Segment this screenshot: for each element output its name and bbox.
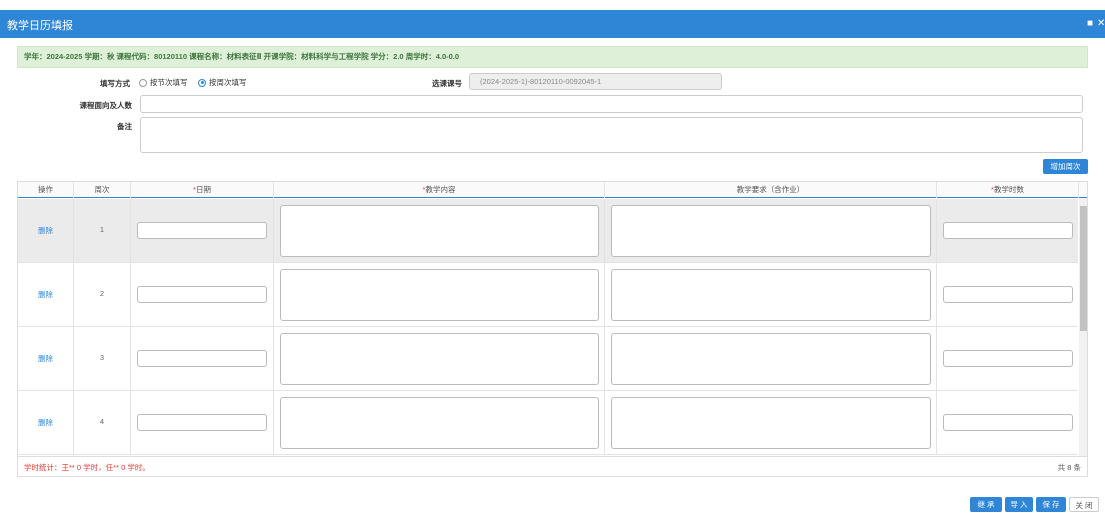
delete-link[interactable]: 删除 xyxy=(18,225,73,236)
radio-by-week[interactable]: 按周次填写 xyxy=(198,77,247,88)
add-week-button[interactable]: 增加周次 xyxy=(1043,159,1088,174)
inherit-button[interactable]: 继 承 xyxy=(970,497,1002,512)
header-action: 操作 xyxy=(18,182,74,198)
course-info-bar: 学年：2024-2025 学期：秋 课程代码：80120110 课程名称：材料表… xyxy=(17,46,1088,68)
delete-link[interactable]: 删除 xyxy=(18,353,73,364)
table-row: 删除 4 xyxy=(18,391,1078,455)
table-row: 删除 2 xyxy=(18,263,1078,327)
header-week: 周次 xyxy=(74,182,131,198)
course-no-field: (2024-2025-1)-80120110-0092045-1 xyxy=(469,73,722,90)
hours-stats: 学时统计：王** 0 学时，任** 0 学时。 xyxy=(24,463,150,472)
date-input[interactable] xyxy=(137,414,267,431)
header-requirements: 教学要求（含作业） xyxy=(605,182,937,198)
fill-mode-label: 填写方式 xyxy=(100,79,130,88)
dialog-title: 教学日历填报 xyxy=(7,20,73,32)
requirements-textarea[interactable] xyxy=(611,333,931,385)
hours-input[interactable] xyxy=(943,286,1073,303)
table-row: 删除 3 xyxy=(18,327,1078,391)
close-button[interactable]: 关 闭 xyxy=(1069,497,1099,512)
header-date: *日期 xyxy=(131,182,274,198)
week-number: 3 xyxy=(99,353,105,362)
save-button[interactable]: 保 存 xyxy=(1036,497,1066,512)
maximize-icon[interactable]: ■ xyxy=(1087,18,1093,29)
table-scrollbar[interactable] xyxy=(1079,198,1087,456)
delete-link[interactable]: 删除 xyxy=(18,417,73,428)
radio-by-section[interactable]: 按节次填写 xyxy=(139,77,188,88)
content-textarea[interactable] xyxy=(280,205,599,257)
radio-label: 按节次填写 xyxy=(150,78,188,87)
content-textarea[interactable] xyxy=(280,269,599,321)
table-row: 删除 1 xyxy=(18,199,1078,263)
week-number: 2 xyxy=(99,289,105,298)
content-textarea[interactable] xyxy=(280,333,599,385)
radio-label: 按周次填写 xyxy=(209,78,247,87)
dialog-titlebar: 教学日历填报 ■ ✕ xyxy=(0,10,1105,38)
audience-input[interactable] xyxy=(140,95,1083,113)
radio-circle-icon xyxy=(139,78,147,87)
calendar-table: 操作 周次 *日期 *教学内容 教学要求（含作业） *教学时数 删除 1 删除 … xyxy=(17,181,1088,457)
hours-input[interactable] xyxy=(943,222,1073,239)
date-input[interactable] xyxy=(137,222,267,239)
requirements-textarea[interactable] xyxy=(611,269,931,321)
date-input[interactable] xyxy=(137,286,267,303)
note-textarea[interactable] xyxy=(140,117,1083,153)
hours-input[interactable] xyxy=(943,350,1073,367)
table-header: 操作 周次 *日期 *教学内容 教学要求（含作业） *教学时数 xyxy=(18,182,1087,198)
close-icon[interactable]: ✕ xyxy=(1097,18,1105,29)
content-textarea[interactable] xyxy=(280,397,599,449)
date-input[interactable] xyxy=(137,350,267,367)
hours-input[interactable] xyxy=(943,414,1073,431)
radio-checked-icon xyxy=(198,78,206,87)
header-content: *教学内容 xyxy=(274,182,605,198)
table-footer: 学时统计：王** 0 学时，任** 0 学时。 共 8 条 xyxy=(17,457,1088,477)
import-button[interactable]: 导 入 xyxy=(1005,497,1033,512)
note-label: 备注 xyxy=(117,122,132,131)
requirements-textarea[interactable] xyxy=(611,205,931,257)
course-no-label: 选课课号 xyxy=(432,79,462,88)
total-count: 共 8 条 xyxy=(1057,463,1081,472)
delete-link[interactable]: 删除 xyxy=(18,289,73,300)
audience-label: 课程面向及人数 xyxy=(79,101,133,110)
scrollbar-thumb[interactable] xyxy=(1080,206,1087,331)
week-number: 4 xyxy=(99,417,105,426)
week-number: 1 xyxy=(99,225,105,234)
header-hours: *教学时数 xyxy=(937,182,1079,198)
requirements-textarea[interactable] xyxy=(611,397,931,449)
